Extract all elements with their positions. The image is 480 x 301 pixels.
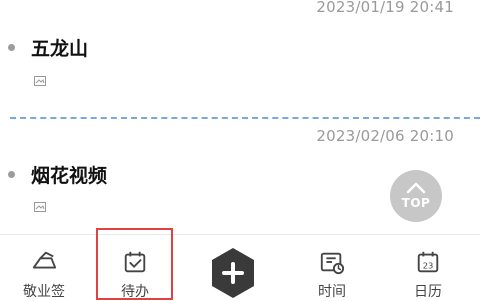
scroll-top-label: TOP — [401, 196, 431, 210]
nav-item-time[interactable]: 时间 — [300, 235, 364, 301]
note-timestamp: 2023/02/06 20:10 — [316, 127, 454, 145]
scroll-top-button[interactable]: TOP — [390, 170, 442, 222]
selection-highlight — [96, 228, 173, 300]
nav-item-jingyeqian[interactable]: 敬业签 — [12, 235, 76, 301]
notebook-icon — [32, 251, 57, 269]
attachment-icon — [34, 76, 46, 86]
note-item[interactable]: 烟花视频 — [8, 161, 107, 188]
note-title: 五龙山 — [31, 38, 89, 60]
calendar-clock-icon — [320, 252, 345, 275]
calendar-day-number: 23 — [423, 261, 434, 271]
attachment-icon — [34, 202, 46, 212]
nav-item-calendar[interactable]: 23 日历 — [396, 235, 460, 301]
nav-label: 时间 — [318, 284, 346, 300]
note-title: 烟花视频 — [31, 165, 108, 187]
nav-label: 敬业签 — [23, 284, 65, 300]
nav-label: 日历 — [414, 284, 442, 300]
note-item[interactable]: 五龙山 — [8, 34, 88, 61]
note-timestamp: 2023/01/19 20:41 — [316, 0, 454, 16]
bullet-dot — [8, 44, 15, 51]
add-button[interactable] — [208, 246, 258, 300]
chevron-up-icon — [406, 182, 426, 194]
notes-screen: 2023/01/19 20:41 五龙山 2023/02/06 20:10 烟花… — [0, 0, 480, 301]
calendar-day-icon: 23 — [417, 251, 439, 273]
note-divider — [10, 117, 480, 119]
bullet-dot — [8, 171, 15, 178]
